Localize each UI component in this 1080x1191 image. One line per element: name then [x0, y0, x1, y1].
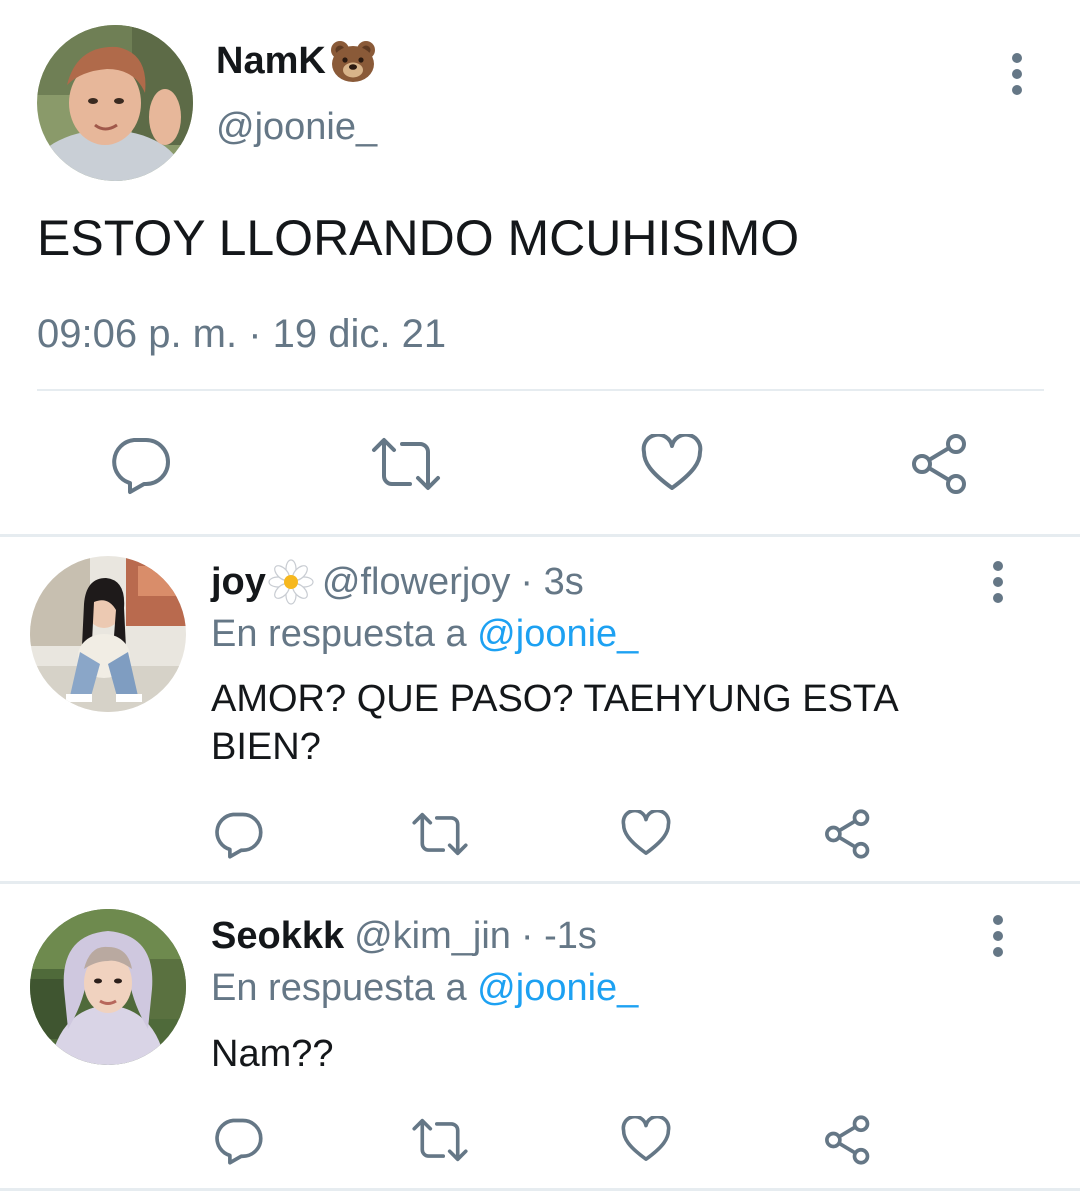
share-icon[interactable]: [822, 808, 874, 865]
divider: [37, 389, 1044, 391]
section-divider: [0, 881, 1080, 884]
more-options-icon[interactable]: [978, 552, 1018, 612]
reply-text: Nam??: [211, 1033, 334, 1075]
avatar[interactable]: [37, 25, 193, 181]
reply-text-line: BIEN?: [211, 726, 321, 768]
reply-header: Seokkk @kim_jin · -1s: [211, 912, 597, 960]
handle[interactable]: @flowerjoy: [322, 558, 511, 606]
section-divider: [0, 534, 1080, 537]
display-name[interactable]: Seokkk: [211, 912, 344, 960]
bear-emoji-icon: [328, 38, 378, 84]
reply-text: AMOR? QUE PASO? TAEHYUNG ESTA BIEN?: [211, 675, 899, 771]
reply-header: joy @flowerjoy · 3s: [211, 558, 584, 606]
avatar[interactable]: [30, 556, 186, 712]
timestamp: · -1s: [520, 915, 597, 957]
reply-prefix: En respuesta a: [211, 613, 467, 655]
daisy-emoji-icon: [266, 559, 316, 605]
avatar-photo: [30, 556, 186, 712]
reply-prefix: En respuesta a: [211, 967, 467, 1009]
retweet-icon[interactable]: [411, 1114, 469, 1171]
reply-text-line: AMOR? QUE PASO? TAEHYUNG ESTA: [211, 678, 899, 720]
reply-icon[interactable]: [108, 432, 172, 501]
like-icon[interactable]: [640, 432, 704, 499]
timestamp: · 3s: [520, 561, 584, 603]
author-name[interactable]: NamK: [216, 38, 378, 84]
reply-context: En respuesta a @joonie_: [211, 964, 638, 1012]
more-options-icon[interactable]: [997, 44, 1037, 104]
reply-context: En respuesta a @joonie_: [211, 610, 638, 658]
author-handle[interactable]: @joonie_: [216, 104, 377, 150]
mention-link[interactable]: @joonie_: [477, 967, 638, 1009]
tweet-text: ESTOY LLORANDO MCUHISIMO: [37, 210, 800, 266]
reply-icon[interactable]: [212, 808, 264, 865]
share-icon[interactable]: [908, 432, 972, 501]
retweet-icon[interactable]: [411, 808, 469, 865]
tweet-timestamp[interactable]: 09:06 p. m. · 19 dic. 21: [37, 310, 446, 358]
mention-link[interactable]: @joonie_: [477, 613, 638, 655]
handle[interactable]: @kim_jin: [354, 912, 511, 960]
avatar-photo: [30, 909, 186, 1065]
share-icon[interactable]: [822, 1114, 874, 1171]
like-icon[interactable]: [620, 1114, 672, 1169]
avatar[interactable]: [30, 909, 186, 1065]
retweet-icon[interactable]: [370, 432, 442, 501]
avatar-photo: [37, 25, 193, 181]
display-name: NamK: [216, 40, 326, 82]
reply-icon[interactable]: [212, 1114, 264, 1171]
more-options-icon[interactable]: [978, 906, 1018, 966]
like-icon[interactable]: [620, 808, 672, 863]
display-name[interactable]: joy: [211, 558, 266, 606]
